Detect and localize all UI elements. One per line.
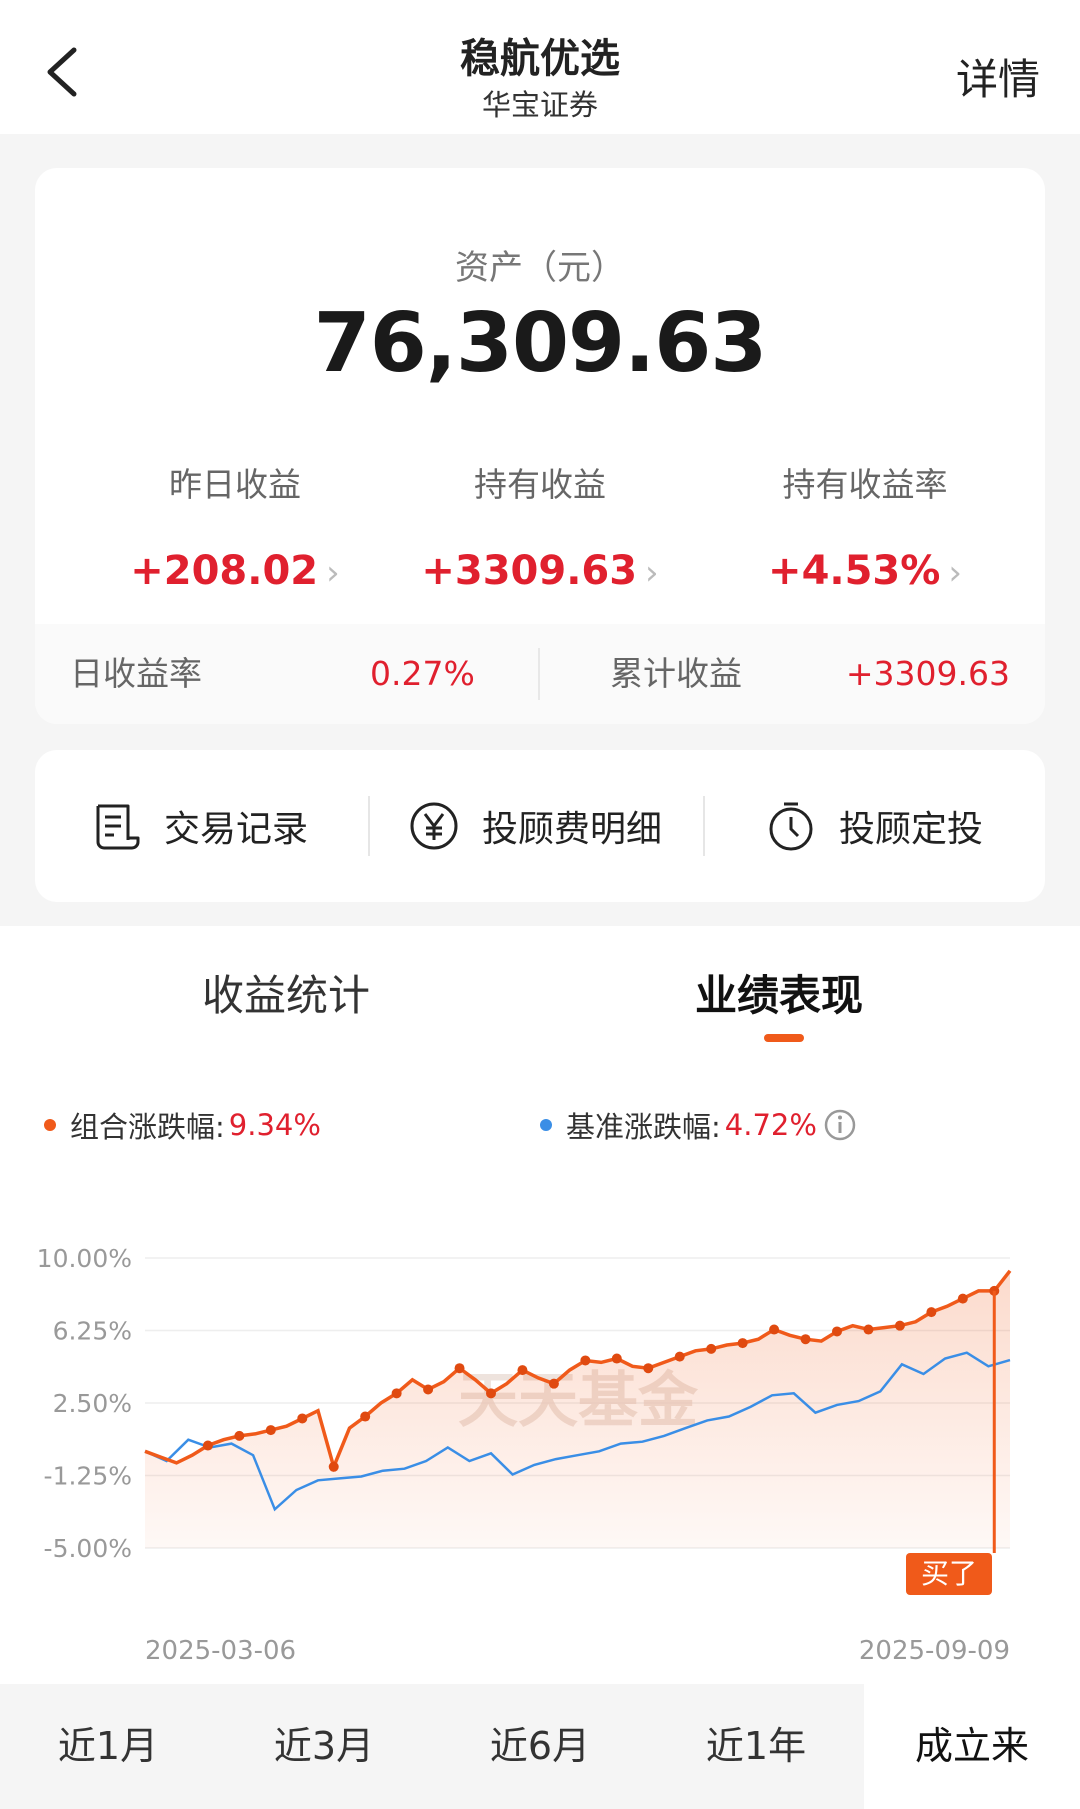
portfolio-point — [360, 1411, 371, 1422]
portfolio-point — [486, 1388, 496, 1399]
y-tick-label: -1.25% — [44, 1462, 132, 1491]
stat-holding-rate[interactable]: 持有收益率 +4.53% › — [700, 458, 1030, 594]
legend-benchmark: 基准涨跌幅: 4.72% — [540, 1104, 857, 1146]
legend-benchmark-value: 4.72% — [724, 1108, 817, 1142]
x-axis-end: 2025-09-09 — [858, 1636, 1010, 1666]
y-tick-label: 10.00% — [37, 1244, 132, 1273]
performance-section: 收益统计 业绩表现 组合涨跌幅: 9.34% 基准涨跌幅: 4.72% 10.0… — [0, 926, 1080, 1809]
x-axis-start: 2025-03-06 — [145, 1636, 297, 1666]
y-tick-label: 2.50% — [53, 1389, 132, 1418]
range-1y[interactable]: 近1年 — [648, 1684, 864, 1809]
divider — [368, 796, 370, 856]
daily-rate-label: 日收益率 — [70, 654, 202, 693]
actions-card: 交易记录 投顾费明细 投顾定投 — [35, 750, 1045, 902]
page-subtitle: 华宝证券 — [481, 88, 598, 122]
cumulative-value: +3309.63 — [845, 654, 1010, 693]
stat-yesterday[interactable]: 昨日收益 +208.02 › — [70, 458, 400, 594]
y-tick-label: -5.00% — [44, 1534, 132, 1563]
portfolio-point — [957, 1293, 968, 1304]
legend-benchmark-label: 基准涨跌幅: — [566, 1110, 721, 1144]
active-tab-indicator — [764, 1034, 804, 1042]
stat-yesterday-label: 昨日收益 — [169, 465, 301, 504]
range-since-inception[interactable]: 成立来 — [864, 1684, 1080, 1809]
receipt-icon — [90, 800, 142, 852]
asset-summary-row: 日收益率 0.27% 累计收益 +3309.63 — [35, 624, 1045, 724]
range-selector: 近1月 近3月 近6月 近1年 成立来 — [0, 1684, 1080, 1809]
portfolio-point — [391, 1388, 402, 1399]
portfolio-point — [800, 1334, 811, 1345]
chevron-right-icon: › — [326, 553, 340, 593]
stat-yesterday-value: +208.02 › — [130, 548, 340, 594]
tab-performance[interactable]: 业绩表现 — [695, 962, 863, 1023]
stat-holding-rate-value: +4.53% › — [768, 548, 962, 594]
chevron-right-icon: › — [948, 553, 962, 593]
legend-portfolio-label: 组合涨跌幅: — [70, 1110, 225, 1144]
range-3m[interactable]: 近3月 — [216, 1684, 432, 1809]
page-title: 稳航优选 — [460, 36, 620, 82]
asset-value: 76,309.63 — [313, 296, 768, 391]
portfolio-point — [926, 1307, 937, 1318]
divider — [538, 648, 540, 700]
cumulative-label: 累计收益 — [610, 654, 742, 693]
chevron-right-icon: › — [645, 553, 659, 593]
range-6m[interactable]: 近6月 — [432, 1684, 648, 1809]
info-icon[interactable] — [823, 1108, 857, 1142]
portfolio-point — [611, 1353, 622, 1364]
portfolio-point — [265, 1425, 276, 1436]
portfolio-point — [863, 1324, 874, 1335]
portfolio-point — [580, 1355, 591, 1366]
portfolio-point — [643, 1363, 654, 1374]
portfolio-point — [423, 1384, 434, 1395]
legend-portfolio-value: 9.34% — [228, 1108, 321, 1142]
portfolio-point — [706, 1343, 717, 1354]
detail-link[interactable]: 详情 — [956, 46, 1040, 107]
portfolio-point — [894, 1320, 905, 1331]
stat-holding-value: +3309.63 › — [421, 548, 659, 594]
benchmark-dot — [540, 1119, 552, 1131]
portfolio-point — [328, 1461, 339, 1472]
trade-records-label: 交易记录 — [164, 809, 309, 850]
portfolio-point — [769, 1324, 780, 1335]
buy-marker-label: 买了 — [921, 1557, 977, 1590]
stat-holding[interactable]: 持有收益 +3309.63 › — [375, 458, 705, 594]
stat-holding-rate-label: 持有收益率 — [782, 465, 948, 504]
top-nav-bar: 稳航优选 华宝证券 详情 — [0, 0, 1080, 134]
daily-rate-value: 0.27% — [370, 654, 475, 693]
timer-icon — [765, 800, 817, 852]
portfolio-point — [454, 1363, 465, 1374]
y-tick-label: 6.25% — [53, 1317, 132, 1346]
portfolio-point — [234, 1430, 245, 1441]
advisory-fee-button[interactable]: 投顾费明细 — [408, 750, 662, 902]
legend-portfolio: 组合涨跌幅: 9.34% — [44, 1104, 321, 1146]
portfolio-dot — [44, 1119, 56, 1131]
portfolio-point — [202, 1440, 213, 1451]
stat-holding-label: 持有收益 — [474, 465, 606, 504]
portfolio-point — [832, 1326, 842, 1337]
divider — [703, 796, 705, 856]
yen-icon — [408, 800, 460, 852]
trade-records-button[interactable]: 交易记录 — [90, 750, 308, 902]
portfolio-point — [548, 1378, 559, 1389]
asset-label: 资产（元） — [455, 248, 625, 288]
portfolio-point — [737, 1338, 748, 1349]
range-1m[interactable]: 近1月 — [0, 1684, 216, 1809]
performance-chart: 10.00%6.25%2.50%-1.25%-5.00% 天天基金 买了 — [37, 1244, 1012, 1595]
tab-income-stats[interactable]: 收益统计 — [202, 962, 370, 1023]
advisory-plan-label: 投顾定投 — [839, 809, 984, 850]
asset-card: 资产（元） 76,309.63 昨日收益 +208.02 › 持有收益 +3309… — [35, 168, 1045, 724]
portfolio-point — [297, 1413, 308, 1424]
advisory-fee-label: 投顾费明细 — [482, 809, 663, 850]
portfolio-point — [674, 1351, 685, 1362]
advisory-plan-button[interactable]: 投顾定投 — [765, 750, 983, 902]
portfolio-point — [517, 1365, 528, 1376]
